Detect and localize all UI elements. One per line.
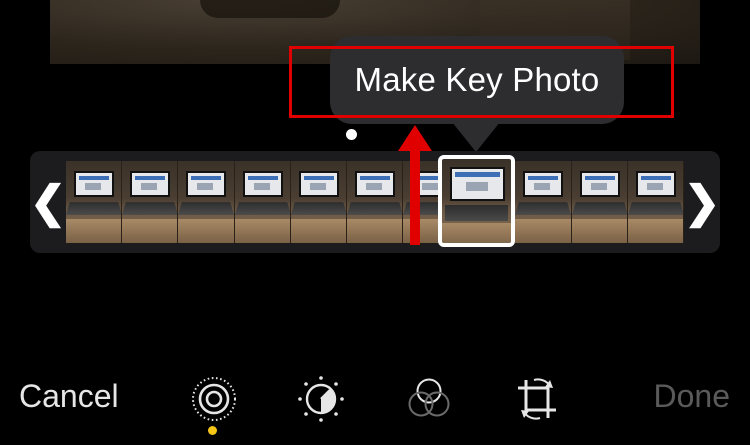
trim-handle-left[interactable]: ❮	[30, 151, 67, 253]
filmstrip-frame[interactable]	[290, 161, 347, 243]
filters-icon[interactable]	[404, 374, 454, 424]
filmstrip-frame[interactable]	[627, 161, 684, 243]
filmstrip-frame[interactable]	[122, 161, 179, 243]
adjust-dial-icon[interactable]	[296, 374, 346, 424]
filmstrip[interactable]	[66, 161, 684, 243]
done-button[interactable]: Done	[654, 378, 731, 415]
filmstrip-frame[interactable]	[66, 161, 123, 243]
filmstrip-frame[interactable]	[571, 161, 628, 243]
crop-rotate-icon[interactable]	[512, 374, 562, 424]
live-photo-scrubber[interactable]: ❮ ❯	[30, 151, 720, 253]
tooltip-pointer	[452, 122, 500, 152]
annotation-arrow-icon	[398, 125, 432, 245]
filmstrip-frame[interactable]	[515, 161, 572, 243]
selected-frame[interactable]	[438, 155, 515, 247]
annotation-highlight-box	[289, 46, 674, 118]
edit-toolbar: Cancel Done	[0, 360, 750, 445]
active-tool-indicator	[208, 426, 217, 435]
trim-handle-right[interactable]: ❯	[684, 151, 721, 253]
filmstrip-frame[interactable]	[178, 161, 235, 243]
filmstrip-frame[interactable]	[234, 161, 291, 243]
cancel-button[interactable]: Cancel	[19, 378, 119, 415]
photo-preview-shadow	[200, 0, 340, 18]
key-photo-marker	[346, 129, 357, 140]
filmstrip-frame[interactable]	[346, 161, 404, 243]
live-photo-icon[interactable]	[189, 374, 239, 424]
